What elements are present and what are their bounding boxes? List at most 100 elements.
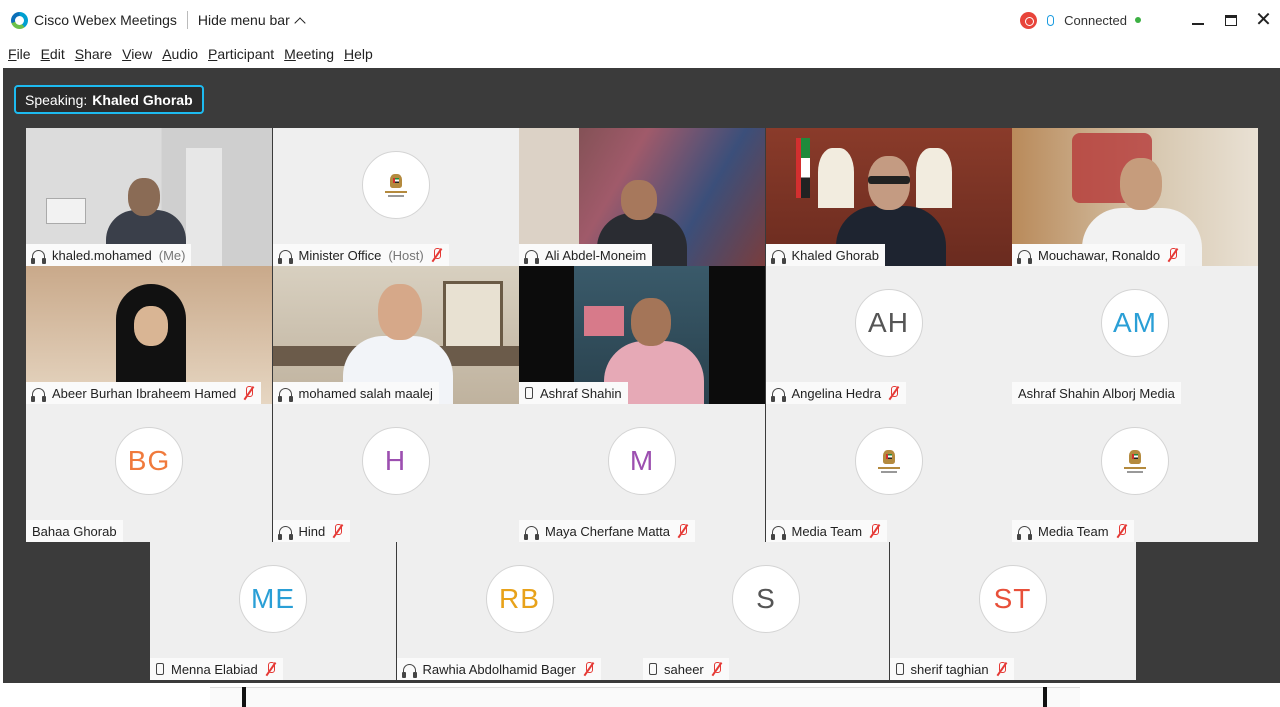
participant-tile[interactable]: RB Rawhia Abdolhamid Bager: [396, 542, 643, 680]
participant-name: mohamed salah maalej: [298, 385, 433, 401]
microphone-icon[interactable]: [1047, 14, 1055, 26]
headset-icon: [770, 525, 786, 540]
participant-label: mohamed salah maalej: [272, 382, 439, 404]
participant-name: Angelina Hedra: [791, 385, 882, 401]
participant-tile[interactable]: khaled.mohamed (Me): [26, 128, 272, 266]
menu-item-audio[interactable]: Audio: [162, 46, 198, 62]
participant-label: Angelina Hedra: [765, 382, 907, 404]
webex-logo-icon: [11, 11, 28, 29]
headset-icon: [1017, 525, 1032, 540]
participant-label: Mouchawar, Ronaldo: [1012, 244, 1186, 266]
headset-icon: [277, 249, 293, 264]
participant-label: Media Team: [1012, 520, 1134, 542]
hide-menu-bar-button[interactable]: Hide menu bar: [197, 12, 306, 29]
phone-icon: [649, 663, 657, 675]
participant-tile[interactable]: Ashraf Shahin: [519, 266, 765, 404]
headset-icon: [524, 249, 539, 264]
background-panel: [210, 687, 1080, 707]
participant-tile[interactable]: Mouchawar, Ronaldo: [1012, 128, 1258, 266]
menu-item-help[interactable]: Help: [344, 46, 373, 62]
participant-tile[interactable]: Media Team: [1012, 404, 1258, 542]
participant-tile[interactable]: Abeer Burhan Ibraheem Hamed: [26, 266, 272, 404]
ministry-emblem-icon: [361, 151, 430, 219]
participant-label: sherif taghian: [889, 658, 1014, 680]
participant-label: Ali Abdel-Moneim: [519, 244, 653, 266]
participant-avatar: AH: [854, 289, 923, 357]
participant-label: Bahaa Ghorab: [26, 520, 123, 542]
participant-tile[interactable]: AH Angelina Hedra: [765, 266, 1012, 404]
participant-name: Ashraf Shahin: [540, 385, 622, 401]
participant-tile[interactable]: ME Menna Elabiad: [150, 542, 396, 680]
menu-label-rest: ile: [16, 45, 31, 62]
participant-name: sherif taghian: [910, 661, 989, 677]
participant-label: Minister Office (Host): [272, 244, 449, 266]
participant-role: (Me): [158, 247, 186, 263]
participant-avatar: S: [732, 565, 800, 633]
participant-name: Maya Cherfane Matta: [545, 523, 671, 539]
participant-label: Rawhia Abdolhamid Bager: [396, 658, 601, 680]
menu-item-participant[interactable]: Participant: [208, 46, 274, 62]
participant-tile[interactable]: BG Bahaa Ghorab: [26, 404, 272, 542]
participant-name: Abeer Burhan Ibraheem Hamed: [52, 385, 237, 401]
muted-microphone-icon: [332, 524, 344, 538]
close-button[interactable]: ✕: [1247, 0, 1280, 40]
speaking-indicator: Speaking: Khaled Ghorab: [14, 85, 204, 114]
menu-accelerator: S: [74, 45, 85, 62]
menu-bar: File Edit Share View Audio Participant Meeting…: [0, 40, 1280, 67]
participant-name: Hind: [298, 523, 326, 539]
participant-label: Maya Cherfane Matta: [519, 520, 696, 542]
participant-tile[interactable]: Khaled Ghorab: [765, 128, 1012, 266]
menu-item-edit[interactable]: Edit: [41, 46, 65, 62]
participant-label: Ashraf Shahin: [519, 382, 628, 404]
participant-tile[interactable]: Ssaheer: [643, 542, 889, 680]
muted-microphone-icon: [243, 386, 255, 400]
participant-tile[interactable]: H Hind: [272, 404, 519, 542]
muted-microphone-icon: [888, 386, 900, 400]
participant-tile[interactable]: ST sherif taghian: [889, 542, 1136, 680]
menu-accelerator: M: [284, 45, 296, 62]
minimize-button[interactable]: [1181, 0, 1214, 40]
participant-tile[interactable]: mohamed salah maalej: [272, 266, 519, 404]
muted-microphone-icon: [431, 248, 443, 262]
menu-accelerator: A: [162, 45, 172, 62]
menu-item-meeting[interactable]: Meeting: [284, 46, 334, 62]
headset-icon: [401, 663, 417, 678]
menu-accelerator: P: [208, 45, 218, 62]
chevron-up-icon: [294, 16, 306, 29]
participant-avatar: H: [361, 427, 430, 495]
participant-name: Khaled Ghorab: [791, 247, 879, 263]
participant-tile[interactable]: AM Ashraf Shahin Alborj Media: [1012, 266, 1258, 404]
ministry-emblem-icon: [854, 427, 923, 495]
participant-tile[interactable]: M Maya Cherfane Matta: [519, 404, 765, 542]
phone-icon: [525, 387, 533, 399]
participant-tile[interactable]: Ali Abdel-Moneim: [519, 128, 765, 266]
menu-accelerator: F: [8, 45, 17, 62]
phone-icon: [156, 663, 164, 675]
bottom-strip: [0, 683, 1280, 707]
hide-menu-bar-label: Hide menu bar: [197, 12, 290, 28]
close-icon: ✕: [1255, 9, 1272, 31]
headset-icon: [770, 387, 786, 402]
menu-item-view[interactable]: View: [122, 46, 152, 62]
background-edge-left: [242, 687, 246, 707]
menu-item-file[interactable]: File: [8, 46, 31, 62]
muted-microphone-icon: [869, 524, 881, 538]
participant-avatar: M: [608, 427, 676, 495]
muted-microphone-icon: [265, 662, 277, 676]
participant-tile[interactable]: Media Team: [765, 404, 1012, 542]
participant-avatar: BG: [115, 427, 183, 495]
participant-tile[interactable]: Minister Office (Host): [272, 128, 519, 266]
menu-label-rest: iew: [131, 45, 153, 62]
menu-label-rest: eeting: [295, 45, 334, 62]
maximize-button[interactable]: [1214, 0, 1247, 40]
record-icon[interactable]: [1020, 11, 1038, 29]
participant-avatar: AM: [1101, 289, 1169, 357]
ministry-emblem-icon: [1101, 427, 1169, 495]
participant-label: Media Team: [765, 520, 888, 542]
menu-label-rest: articipant: [217, 45, 275, 62]
muted-microphone-icon: [996, 662, 1008, 676]
menu-label-rest: dit: [49, 45, 65, 62]
menu-item-share[interactable]: Share: [75, 46, 112, 62]
minimize-icon: [1191, 23, 1204, 25]
participant-name: Rawhia Abdolhamid Bager: [422, 661, 576, 677]
